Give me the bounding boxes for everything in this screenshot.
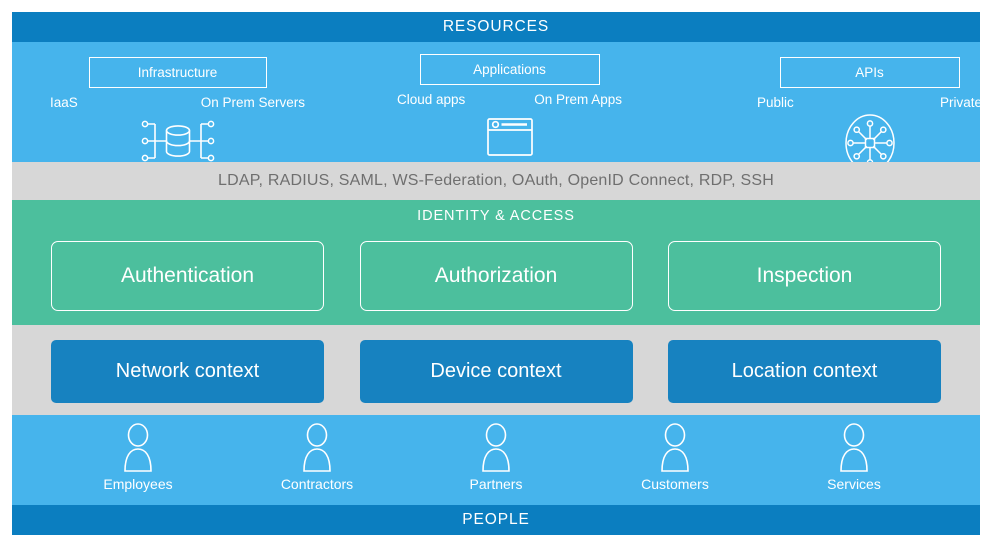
protocols-text: LDAP, RADIUS, SAML, WS-Federation, OAuth… (218, 172, 774, 189)
persona-employees[interactable]: Employees (90, 415, 186, 505)
person-icon (476, 423, 516, 473)
infrastructure-sublabels: IaaS On Prem Servers (50, 95, 305, 110)
people-title: PEOPLE (462, 511, 530, 529)
context-card-device[interactable]: Device context (359, 340, 633, 403)
protocols-band: LDAP, RADIUS, SAML, WS-Federation, OAuth… (12, 162, 980, 200)
resources-header-band: RESOURCES (12, 12, 980, 42)
infrastructure-sublabel-onprem: On Prem Servers (200, 95, 305, 110)
persona-label-services: Services (827, 476, 881, 492)
infrastructure-box[interactable]: Infrastructure (88, 57, 267, 88)
people-personas-row: Employees Contractors Partners Customers… (12, 415, 980, 505)
persona-label-employees: Employees (103, 476, 173, 492)
applications-sublabel-onprem: On Prem Apps (534, 92, 622, 107)
persona-partners[interactable]: Partners (448, 415, 544, 505)
persona-label-contractors: Contractors (280, 476, 354, 492)
person-icon (655, 423, 695, 473)
persona-customers[interactable]: Customers (627, 415, 723, 505)
resources-title: RESOURCES (442, 18, 550, 36)
resource-column-infrastructure: Infrastructure IaaS On Prem Servers (50, 42, 305, 162)
apis-box[interactable]: APIs (779, 57, 960, 88)
identity-and-access-band: IDENTITY & ACCESS Authentication Authori… (12, 200, 980, 325)
people-footer-band: PEOPLE (12, 505, 980, 535)
context-card-network[interactable]: Network context (51, 340, 324, 403)
infrastructure-icon-wrap (50, 116, 305, 166)
persona-label-customers: Customers (641, 476, 709, 492)
persona-contractors[interactable]: Contractors (269, 415, 365, 505)
applications-sublabels: Cloud apps On Prem Apps (397, 92, 622, 107)
resource-column-applications: Applications Cloud apps On Prem Apps (397, 42, 622, 162)
applications-icon-wrap (397, 116, 622, 158)
identity-card-authorization[interactable]: Authorization (359, 241, 633, 311)
apis-sublabels: Public Private (757, 95, 982, 110)
resources-body-band: Infrastructure IaaS On Prem Servers Appl… (12, 42, 982, 172)
applications-box[interactable]: Applications (419, 54, 600, 85)
browser-window-icon (485, 116, 535, 158)
apis-sublabel-public: Public (757, 95, 794, 110)
identity-card-authentication[interactable]: Authentication (51, 241, 324, 311)
context-cards-row: Network context Device context Location … (12, 340, 980, 403)
people-personas-band: Employees Contractors Partners Customers… (12, 415, 980, 505)
resource-column-apis: APIs Public Private (757, 42, 982, 172)
person-icon (118, 423, 158, 473)
context-card-location[interactable]: Location context (668, 340, 941, 403)
infrastructure-sublabel-iaas: IaaS (50, 95, 78, 110)
identity-card-inspection[interactable]: Inspection (668, 241, 941, 311)
database-server-icon (135, 116, 221, 166)
identity-cards-row: Authentication Authorization Inspection (12, 241, 980, 311)
person-icon (297, 423, 337, 473)
person-icon (834, 423, 874, 473)
persona-services[interactable]: Services (806, 415, 902, 505)
identity-and-access-title: IDENTITY & ACCESS (417, 208, 575, 224)
applications-sublabel-cloud: Cloud apps (397, 92, 466, 107)
context-band: Network context Device context Location … (12, 325, 980, 415)
apis-sublabel-private: Private (939, 95, 982, 110)
zero-trust-architecture-diagram: RESOURCES Infrastructure IaaS On Prem Se… (0, 0, 992, 545)
persona-label-partners: Partners (469, 476, 523, 492)
